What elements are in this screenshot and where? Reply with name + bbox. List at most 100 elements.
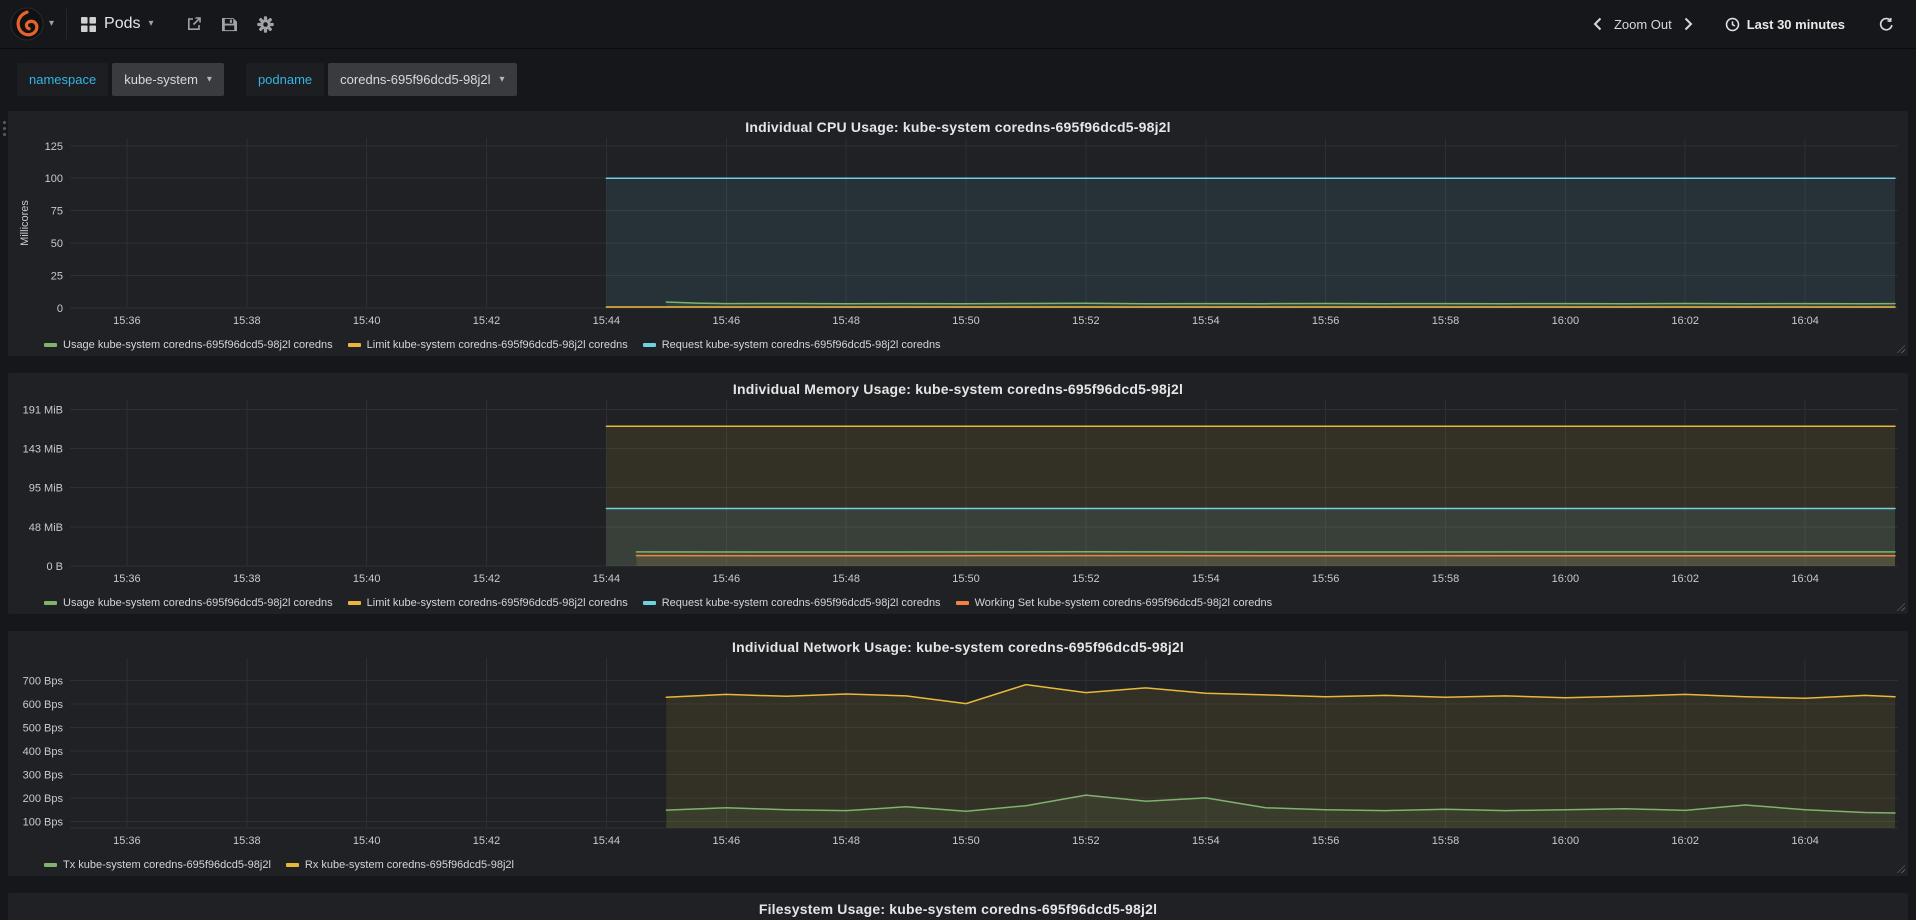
panel-title[interactable]: Individual Network Usage: kube-system co…	[18, 636, 1898, 658]
svg-text:15:46: 15:46	[713, 573, 741, 585]
save-button[interactable]	[216, 13, 243, 36]
settings-button[interactable]	[251, 12, 280, 37]
legend-item[interactable]: Tx kube-system coredns-695f96dcd5-98j2l	[44, 859, 271, 871]
chevron-right-icon	[1684, 17, 1693, 31]
caret-down-icon: ▾	[148, 18, 154, 29]
svg-text:15:46: 15:46	[713, 835, 741, 847]
row-drag-handle[interactable]	[3, 121, 6, 124]
svg-text:15:42: 15:42	[473, 835, 501, 847]
share-button[interactable]	[180, 12, 208, 36]
svg-text:15:40: 15:40	[353, 573, 381, 585]
svg-text:0: 0	[57, 303, 63, 315]
time-shift-back-button[interactable]	[1587, 13, 1608, 35]
svg-text:15:46: 15:46	[713, 315, 741, 327]
dashboards-grid-icon	[81, 16, 97, 32]
svg-text:15:40: 15:40	[353, 315, 381, 327]
svg-text:15:36: 15:36	[113, 573, 141, 585]
svg-text:15:44: 15:44	[593, 573, 621, 585]
chart-canvas-network[interactable]: 15:36 15:38 15:40 15:42 15:44 15:46 15:48 15:50…	[18, 658, 1898, 852]
svg-text:143 MiB: 143 MiB	[23, 443, 63, 455]
panels: Individual CPU Usage: kube-system coredn…	[0, 111, 1916, 920]
clock-icon	[1725, 17, 1739, 31]
svg-text:50: 50	[51, 238, 63, 250]
legend: Tx kube-system coredns-695f96dcd5-98j2l R…	[18, 854, 1898, 872]
chart-canvas-cpu[interactable]: 15:36 15:38 15:40 15:42 15:44 15:46 15:48 15:50…	[18, 138, 1898, 332]
gear-icon	[256, 15, 274, 33]
legend: Usage kube-system coredns-695f96dcd5-98j…	[18, 334, 1898, 352]
legend-item[interactable]: Limit kube-system coredns-695f96dcd5-98j…	[347, 597, 628, 609]
svg-text:15:44: 15:44	[593, 835, 621, 847]
variable-value-namespace[interactable]: kube-system ▾	[112, 63, 224, 96]
variable-podname: podname coredns-695f96dcd5-98j2l ▾	[245, 63, 517, 96]
grafana-logo[interactable]: ▾	[10, 7, 54, 41]
panel-title[interactable]: Individual Memory Usage: kube-system cor…	[18, 378, 1898, 400]
legend-series-label: Usage kube-system coredns-695f96dcd5-98j…	[63, 339, 333, 351]
svg-text:15:54: 15:54	[1192, 315, 1220, 327]
dashboard-title: Pods	[104, 15, 141, 32]
svg-text:15:56: 15:56	[1312, 573, 1340, 585]
svg-text:600 Bps: 600 Bps	[23, 699, 64, 711]
legend-color-dash	[347, 343, 361, 347]
legend: Usage kube-system coredns-695f96dcd5-98j…	[18, 592, 1898, 610]
svg-text:100: 100	[45, 173, 63, 185]
svg-text:15:42: 15:42	[473, 573, 501, 585]
time-controls: Zoom Out Last 30 minutes	[1587, 13, 1900, 36]
svg-text:15:38: 15:38	[233, 315, 261, 327]
svg-text:16:04: 16:04	[1791, 573, 1819, 585]
time-range-picker-button[interactable]: Last 30 minutes	[1719, 13, 1851, 36]
svg-text:15:54: 15:54	[1192, 573, 1220, 585]
svg-text:0 B: 0 B	[46, 561, 63, 573]
dashboard-picker[interactable]: Pods ▾	[81, 15, 154, 33]
svg-text:400 Bps: 400 Bps	[23, 746, 64, 758]
legend-item[interactable]: Working Set kube-system coredns-695f96dc…	[955, 597, 1272, 609]
variable-namespace: namespace kube-system ▾	[17, 63, 224, 96]
refresh-icon	[1879, 17, 1893, 31]
time-shift-forward-button[interactable]	[1678, 13, 1699, 35]
svg-text:16:02: 16:02	[1671, 835, 1699, 847]
navbar: ▾ Pods ▾ Zoom Out Last 30 minutes	[0, 0, 1916, 49]
legend-item[interactable]: Request kube-system coredns-695f96dcd5-9…	[642, 597, 941, 609]
svg-text:15:48: 15:48	[832, 315, 860, 327]
refresh-button[interactable]	[1873, 13, 1900, 36]
svg-text:15:38: 15:38	[233, 835, 261, 847]
legend-color-dash	[642, 343, 656, 347]
svg-text:15:50: 15:50	[952, 835, 980, 847]
legend-item[interactable]: Request kube-system coredns-695f96dcd5-9…	[642, 339, 941, 351]
svg-text:15:56: 15:56	[1312, 835, 1340, 847]
legend-item[interactable]: Usage kube-system coredns-695f96dcd5-98j…	[44, 339, 333, 351]
svg-text:125: 125	[45, 141, 63, 153]
navbar-divider	[66, 9, 68, 39]
variable-value-podname[interactable]: coredns-695f96dcd5-98j2l ▾	[328, 63, 517, 96]
panel-cpu: Individual CPU Usage: kube-system coredn…	[8, 111, 1908, 356]
svg-text:16:00: 16:00	[1552, 573, 1580, 585]
panel-title[interactable]: Filesystem Usage: kube-system coredns-69…	[18, 898, 1898, 920]
svg-text:15:54: 15:54	[1192, 835, 1220, 847]
svg-text:15:58: 15:58	[1432, 315, 1460, 327]
variable-selected-podname: coredns-695f96dcd5-98j2l	[340, 72, 491, 87]
caret-down-icon: ▾	[206, 73, 212, 85]
legend-color-dash	[44, 343, 57, 347]
legend-color-dash	[347, 601, 361, 605]
legend-item[interactable]: Usage kube-system coredns-695f96dcd5-98j…	[44, 597, 333, 609]
svg-text:15:38: 15:38	[233, 573, 261, 585]
time-range-label: Last 30 minutes	[1746, 16, 1845, 32]
grafana-flame-icon	[10, 7, 44, 41]
svg-text:16:02: 16:02	[1671, 573, 1699, 585]
variables-bar: namespace kube-system ▾ podname coredns-…	[0, 49, 1916, 111]
svg-text:15:50: 15:50	[952, 573, 980, 585]
legend-color-dash	[955, 601, 969, 605]
caret-down-icon: ▾	[49, 18, 55, 29]
svg-text:100 Bps: 100 Bps	[23, 816, 64, 828]
legend-color-dash	[44, 601, 57, 605]
legend-item[interactable]: Limit kube-system coredns-695f96dcd5-98j…	[347, 339, 628, 351]
svg-text:48 MiB: 48 MiB	[29, 522, 63, 534]
chart-canvas-memory[interactable]: 15:36 15:38 15:40 15:42 15:44 15:46 15:48 15:50…	[18, 400, 1898, 590]
legend-item[interactable]: Rx kube-system coredns-695f96dcd5-98j2l	[285, 859, 514, 871]
legend-series-label: Rx kube-system coredns-695f96dcd5-98j2l	[304, 859, 514, 871]
legend-color-dash	[285, 863, 299, 867]
caret-down-icon: ▾	[499, 73, 505, 85]
panel-title[interactable]: Individual CPU Usage: kube-system coredn…	[18, 116, 1898, 138]
svg-text:15:42: 15:42	[473, 315, 501, 327]
zoom-out-button[interactable]: Zoom Out	[1608, 13, 1678, 36]
legend-color-dash	[44, 863, 57, 867]
